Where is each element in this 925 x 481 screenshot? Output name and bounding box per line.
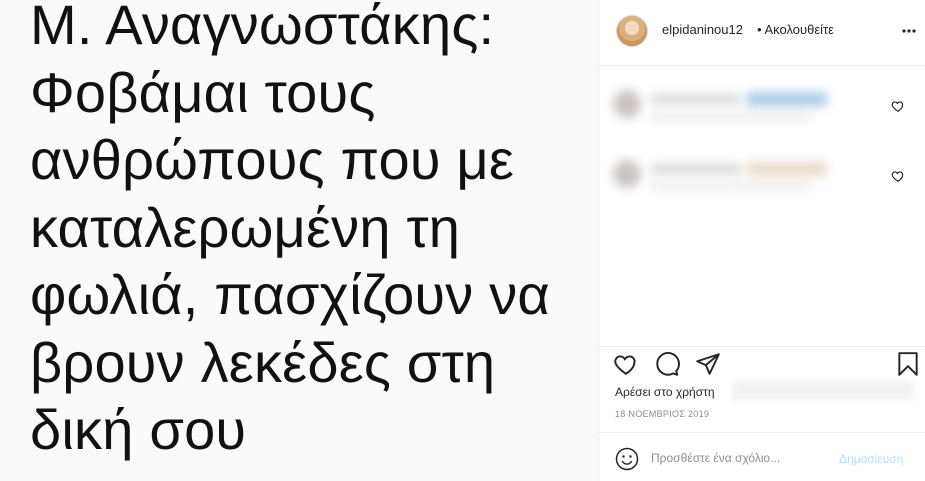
quote-line: δική σου: [30, 398, 247, 461]
comments-list: [599, 66, 925, 346]
blurred-username: [733, 382, 913, 400]
post-side-panel: elpidaninou12 • Ακολουθείτε Αρέσει στο χ…: [598, 0, 925, 481]
ellipsis-icon[interactable]: [901, 24, 917, 38]
likes-text[interactable]: Αρέσει στο χρήστη: [615, 385, 715, 399]
quote-line: Φοβάμαι τους: [30, 60, 376, 124]
emoji-smile-icon[interactable]: [615, 447, 639, 471]
post-header: elpidaninou12 • Ακολουθείτε: [599, 0, 925, 66]
bookmark-icon[interactable]: [895, 351, 921, 377]
heart-outline-icon[interactable]: [613, 351, 639, 377]
quote-line: ανθρώπους που με: [30, 128, 515, 191]
post-actions: Αρέσει στο χρήστη 18 ΝΟΕΜΒΡΙΟΣ 2019: [599, 346, 925, 436]
heart-outline-icon[interactable]: [891, 99, 905, 113]
quote-line: βρουν λεκέδες στη: [30, 330, 496, 394]
avatar[interactable]: [616, 15, 648, 47]
post-date[interactable]: 18 ΝΟΕΜΒΡΙΟΣ 2019: [615, 409, 709, 419]
post-comment-button[interactable]: Δημοσίευση: [839, 452, 903, 466]
heart-outline-icon[interactable]: [891, 169, 905, 183]
blurred-comment: [607, 82, 845, 130]
quote-line: καταλερωμένη τη: [30, 195, 461, 259]
post-image: Μ. Αναγνωστάκης: Φοβάμαι τους ανθρώπους …: [0, 0, 598, 481]
following-status-button[interactable]: • Ακολουθείτε: [757, 22, 834, 37]
quote-line: Μ. Αναγνωστάκης:: [30, 0, 495, 56]
speech-bubble-icon[interactable]: [654, 351, 680, 377]
comment-input[interactable]: [651, 445, 831, 471]
paper-plane-icon[interactable]: [695, 351, 721, 377]
quote-line: φωλιά, πασχίζουν να: [30, 263, 550, 326]
add-comment-bar: Δημοσίευση: [599, 432, 925, 481]
username-link[interactable]: elpidaninou12: [662, 22, 743, 37]
post-quote-text: Μ. Αναγνωστάκης: Φοβάμαι τους ανθρώπους …: [30, 0, 598, 464]
blurred-comment: [607, 152, 845, 200]
